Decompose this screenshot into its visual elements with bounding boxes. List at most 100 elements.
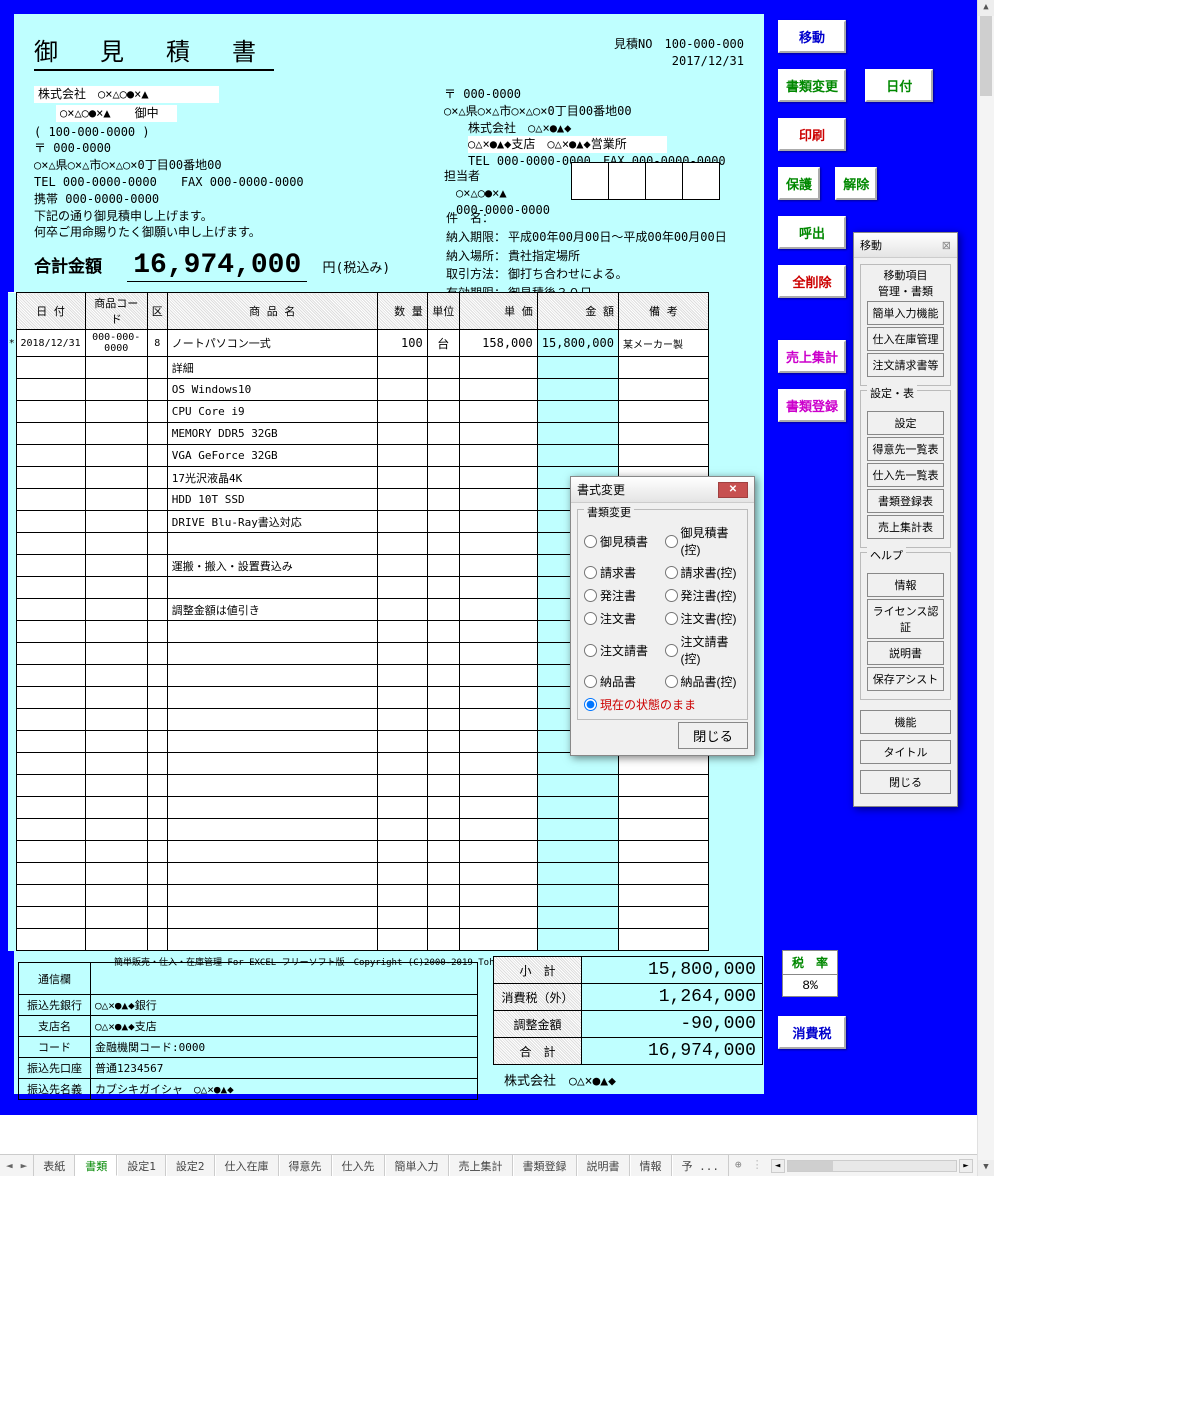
row-note[interactable] [618, 379, 708, 401]
row-code[interactable] [85, 379, 147, 401]
row-price[interactable] [459, 511, 537, 533]
scroll-up-icon[interactable]: ▲ [978, 0, 994, 16]
move-nav-button[interactable]: 売上集計表 [867, 515, 944, 539]
row-price[interactable]: 158,000 [459, 330, 537, 357]
vertical-scrollbar[interactable]: ▲ ▼ [977, 0, 994, 1176]
row-code[interactable] [85, 621, 147, 643]
row-qty[interactable] [377, 819, 427, 841]
row-price[interactable] [459, 753, 537, 775]
row-price[interactable] [459, 929, 537, 951]
row-note[interactable] [618, 797, 708, 819]
row-code[interactable] [85, 401, 147, 423]
row-date[interactable] [16, 907, 85, 929]
row-amount[interactable] [537, 445, 618, 467]
radio-icon[interactable] [665, 589, 678, 602]
row-price[interactable] [459, 775, 537, 797]
row-name[interactable] [167, 819, 377, 841]
row-note[interactable] [618, 929, 708, 951]
format-option[interactable]: 発注書 [584, 587, 661, 604]
row-qty[interactable] [377, 797, 427, 819]
format-option[interactable]: 請求書 [584, 564, 661, 581]
row-unit[interactable] [427, 401, 459, 423]
move-nav-button[interactable]: 仕入在庫管理 [867, 327, 944, 351]
table-row[interactable] [8, 907, 708, 929]
row-date[interactable] [16, 511, 85, 533]
row-name[interactable] [167, 863, 377, 885]
row-amount[interactable] [537, 841, 618, 863]
row-qty[interactable] [377, 555, 427, 577]
radio-icon[interactable] [584, 589, 597, 602]
row-unit[interactable] [427, 533, 459, 555]
row-note[interactable] [618, 885, 708, 907]
row-name[interactable]: 詳細 [167, 357, 377, 379]
row-cls[interactable] [147, 401, 167, 423]
row-name[interactable] [167, 621, 377, 643]
row-name[interactable]: 調整金額は値引き [167, 599, 377, 621]
row-unit[interactable] [427, 819, 459, 841]
row-unit[interactable] [427, 929, 459, 951]
row-amount[interactable] [537, 863, 618, 885]
row-date[interactable] [16, 665, 85, 687]
row-price[interactable] [459, 401, 537, 423]
row-qty[interactable] [377, 885, 427, 907]
row-cls[interactable] [147, 753, 167, 775]
row-unit[interactable] [427, 643, 459, 665]
radio-icon[interactable] [665, 566, 678, 579]
row-price[interactable] [459, 533, 537, 555]
row-date[interactable] [16, 599, 85, 621]
row-qty[interactable] [377, 379, 427, 401]
recall-button[interactable]: 呼出 [778, 216, 846, 249]
row-date[interactable] [16, 687, 85, 709]
row-amount[interactable] [537, 797, 618, 819]
table-row[interactable] [8, 863, 708, 885]
row-code[interactable]: 000-000-0000 [85, 330, 147, 357]
row-qty[interactable] [377, 467, 427, 489]
row-amount[interactable]: 15,800,000 [537, 330, 618, 357]
row-unit[interactable] [427, 577, 459, 599]
row-qty[interactable] [377, 863, 427, 885]
row-cls[interactable] [147, 797, 167, 819]
table-row[interactable]: *2018/12/31000-000-00008ノートパソコン一式100台158… [8, 330, 708, 357]
row-note[interactable] [618, 819, 708, 841]
date-button[interactable]: 日付 [865, 69, 933, 102]
row-unit[interactable] [427, 445, 459, 467]
row-price[interactable] [459, 709, 537, 731]
row-qty[interactable] [377, 489, 427, 511]
table-row[interactable]: MEMORY DDR5 32GB [8, 423, 708, 445]
row-unit[interactable] [427, 863, 459, 885]
row-date[interactable] [16, 885, 85, 907]
row-date[interactable] [16, 709, 85, 731]
row-date[interactable] [16, 379, 85, 401]
row-cls[interactable] [147, 885, 167, 907]
row-note[interactable] [618, 841, 708, 863]
row-qty[interactable] [377, 533, 427, 555]
row-code[interactable] [85, 357, 147, 379]
row-date[interactable] [16, 445, 85, 467]
row-code[interactable] [85, 731, 147, 753]
row-name[interactable] [167, 775, 377, 797]
row-name[interactable]: HDD 10T SSD [167, 489, 377, 511]
row-name[interactable]: OS Windows10 [167, 379, 377, 401]
move-nav-button[interactable]: 得意先一覧表 [867, 437, 944, 461]
row-name[interactable] [167, 929, 377, 951]
row-cls[interactable] [147, 423, 167, 445]
move-action-button[interactable]: 機能 [860, 710, 951, 734]
row-price[interactable] [459, 797, 537, 819]
row-cls[interactable] [147, 489, 167, 511]
row-name[interactable]: DRIVE Blu-Ray書込対応 [167, 511, 377, 533]
sheet-tab[interactable]: 得意先 [279, 1155, 332, 1176]
doc-register-button[interactable]: 書類登録 [778, 389, 846, 422]
row-amount[interactable] [537, 819, 618, 841]
row-qty[interactable] [377, 929, 427, 951]
row-code[interactable] [85, 555, 147, 577]
radio-icon[interactable] [584, 566, 597, 579]
move-action-button[interactable]: タイトル [860, 740, 951, 764]
row-code[interactable] [85, 841, 147, 863]
row-price[interactable] [459, 863, 537, 885]
row-name[interactable]: 運搬・搬入・設置費込み [167, 555, 377, 577]
row-note[interactable] [618, 775, 708, 797]
table-row[interactable] [8, 841, 708, 863]
row-name[interactable] [167, 533, 377, 555]
row-date[interactable] [16, 775, 85, 797]
format-option[interactable]: 注文請書 [584, 633, 661, 667]
